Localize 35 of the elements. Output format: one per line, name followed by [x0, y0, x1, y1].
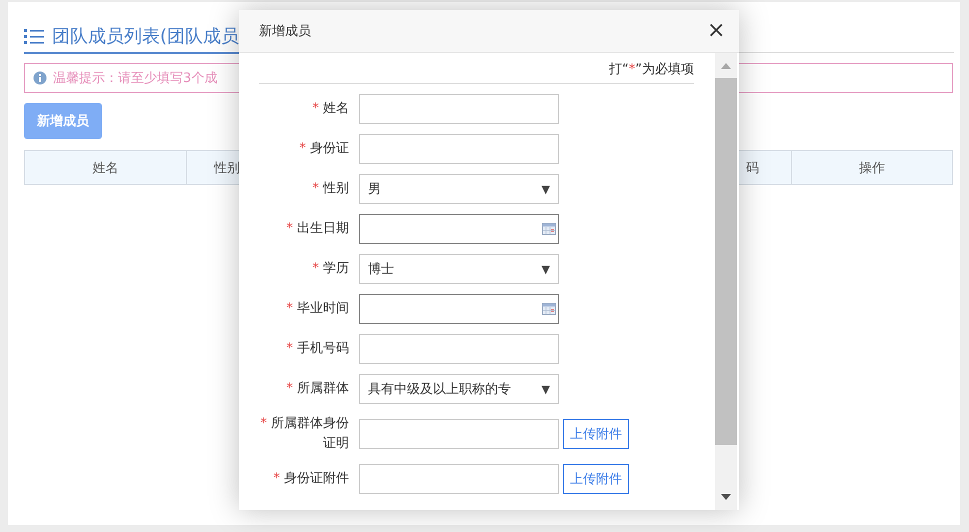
close-button[interactable]: × — [707, 19, 725, 43]
info-icon — [33, 71, 47, 85]
field-label: * 出生日期 — [285, 220, 350, 238]
scrollbar[interactable] — [715, 53, 737, 510]
dropdown[interactable]: 男 ▼ — [359, 174, 559, 204]
scroll-down-icon — [721, 494, 731, 500]
dialog-title: 新增成员 — [259, 23, 311, 40]
input-field[interactable] — [359, 134, 559, 164]
dropdown[interactable]: 具有中级及以上职称的专 ▼ — [359, 374, 559, 404]
column-header: 操作 — [858, 160, 886, 178]
field-label: * 所属群体身份证明 — [259, 415, 350, 453]
page-title: 团队成员列表(团队成员 — [52, 24, 239, 48]
column-header: 姓名 — [25, 151, 187, 184]
scroll-up-icon — [721, 63, 731, 69]
calendar-icon — [542, 303, 556, 315]
required-note: 打“*”为必填项 — [609, 61, 694, 78]
list-icon — [24, 28, 44, 44]
scroll-thumb[interactable] — [715, 78, 737, 445]
input-field[interactable] — [359, 419, 559, 449]
calendar-icon — [542, 223, 556, 235]
field-label: * 毕业时间 — [285, 300, 350, 318]
field-label: * 姓名 — [311, 100, 350, 118]
tip-text: 温馨提示：请至少填写3个成 — [53, 70, 218, 87]
upload-button[interactable]: 上传附件 — [563, 464, 629, 494]
field-label: * 手机号码 — [285, 340, 350, 358]
field-label: * 身份证附件 — [272, 470, 350, 488]
field-label: * 学历 — [311, 260, 350, 278]
date-field[interactable] — [359, 294, 559, 324]
date-field[interactable] — [359, 214, 559, 244]
input-field[interactable] — [359, 464, 559, 494]
input-field[interactable] — [359, 334, 559, 364]
input-field[interactable] — [359, 94, 559, 124]
upload-button[interactable]: 上传附件 — [563, 419, 629, 449]
field-label: * 所属群体 — [285, 380, 350, 398]
dropdown[interactable]: 博士 ▼ — [359, 254, 559, 284]
